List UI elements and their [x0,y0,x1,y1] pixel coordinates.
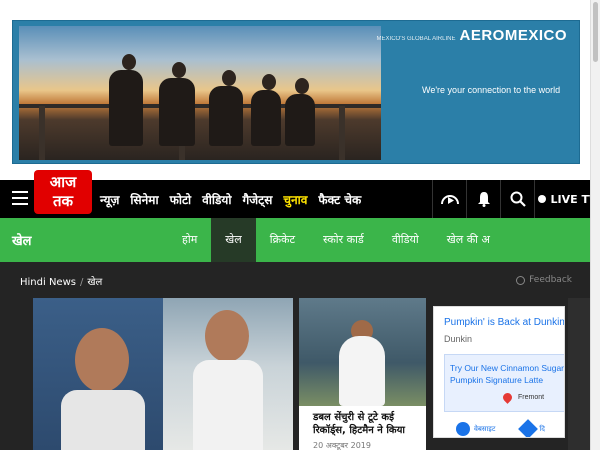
hamburger-menu-icon[interactable] [12,191,28,205]
tab-cricket[interactable]: क्रिकेट [256,218,309,262]
breadcrumb-home[interactable]: Hindi News [20,277,76,288]
sport-section-bar: खेल होम खेल क्रिकेट स्कोर कार्ड वीडियो ख… [0,218,600,262]
dunkin-ad-city: Fremont [518,394,545,401]
scrollbar-thumb[interactable] [593,2,598,62]
nav-item-video[interactable]: वीडियो [202,191,231,208]
logo-line1: आज [49,173,77,191]
feedback-label: Feedback [529,275,572,285]
scrollbar[interactable] [590,0,600,450]
ad-banner-area: MEXICO'S GLOBAL AIRLINE AEROMEXICO We're … [0,0,600,180]
promo-line1: Try Our New Cinnamon Sugar [450,363,565,373]
promo-line2: Pumpkin Signature Latte [450,375,544,385]
dunkin-ad-actions: वेबसाइट दि [434,419,564,437]
news-card-title[interactable]: डबल सेंचुरी से टूटे कई रिकॉर्ड्स, हिटमैन… [313,411,423,437]
tab-sports[interactable]: खेल [211,218,256,262]
section-title: खेल [12,234,32,249]
ad-photo [19,26,381,160]
directions-icon[interactable] [518,419,539,437]
breadcrumb-current: खेल [87,277,103,288]
hero-story-image[interactable] [33,298,293,450]
nav-item-election[interactable]: चुनाव [283,191,307,208]
ad-brand-small: MEXICO'S GLOBAL AIRLINE [376,36,456,42]
aajtak-logo[interactable]: आज तक [34,170,92,214]
dunkin-ad[interactable]: Pumpkin' is Back at Dunkin Dunkin Try Ou… [433,306,565,438]
nav-item-gadgets[interactable]: गैजेट्स [243,191,273,208]
nav-icons: LIVE TV [432,180,600,218]
ad-tagline: We're your connection to the world [422,85,561,95]
main-nav: न्यूज़ सिनेमा फोटो वीडियो गैजेट्स चुनाव … [100,180,372,218]
ad-brand: AEROMEXICO [459,27,567,44]
nav-item-news[interactable]: न्यूज़ [100,191,119,208]
tab-other-sports[interactable]: खेल की अ [433,218,504,262]
feedback-link[interactable]: Feedback [516,275,572,285]
sport-tabs: होम खेल क्रिकेट स्कोर कार्ड वीडियो खेल क… [168,218,504,262]
dunkin-ad-promo[interactable]: Try Our New Cinnamon Sugar Pumpkin Signat… [444,354,565,412]
website-icon[interactable] [456,422,470,436]
nav-item-cinema[interactable]: सिनेमा [130,191,158,208]
directions-label[interactable]: दि [539,425,545,434]
tab-home[interactable]: होम [168,218,211,262]
logo-line2: तक [52,192,74,210]
airline-ad[interactable]: MEXICO'S GLOBAL AIRLINE AEROMEXICO We're … [12,20,580,164]
tab-scorecard[interactable]: स्कोर कार्ड [309,218,378,262]
search-icon[interactable] [500,180,534,218]
news-card-date: 20 अक्टूबर 2019 [313,441,371,450]
breadcrumb: Hindi News / खेल [20,274,102,288]
feedback-icon [516,275,526,285]
aeromexico-logo: MEXICO'S GLOBAL AIRLINE AEROMEXICO [377,27,567,44]
nav-item-fact-check[interactable]: फैक्ट चेक [318,191,361,208]
nav-item-photo[interactable]: फोटो [170,191,192,208]
news-card-image [299,298,426,406]
main-content: Hindi News / खेल Feedback डबल सेंचुरी से ट… [0,262,600,450]
podcast-icon[interactable] [432,180,466,218]
dunkin-ad-brand: Dunkin [444,334,473,344]
bell-icon[interactable] [466,180,500,218]
dunkin-ad-headline[interactable]: Pumpkin' is Back at Dunkin [444,317,564,328]
news-card[interactable]: डबल सेंचुरी से टूटे कई रिकॉर्ड्स, हिटमैन… [299,298,426,450]
breadcrumb-separator: / [79,277,84,288]
website-label[interactable]: वेबसाइट [474,425,495,434]
live-dot-icon [537,195,546,203]
map-pin-icon [501,391,514,404]
tab-video[interactable]: वीडियो [378,218,433,262]
